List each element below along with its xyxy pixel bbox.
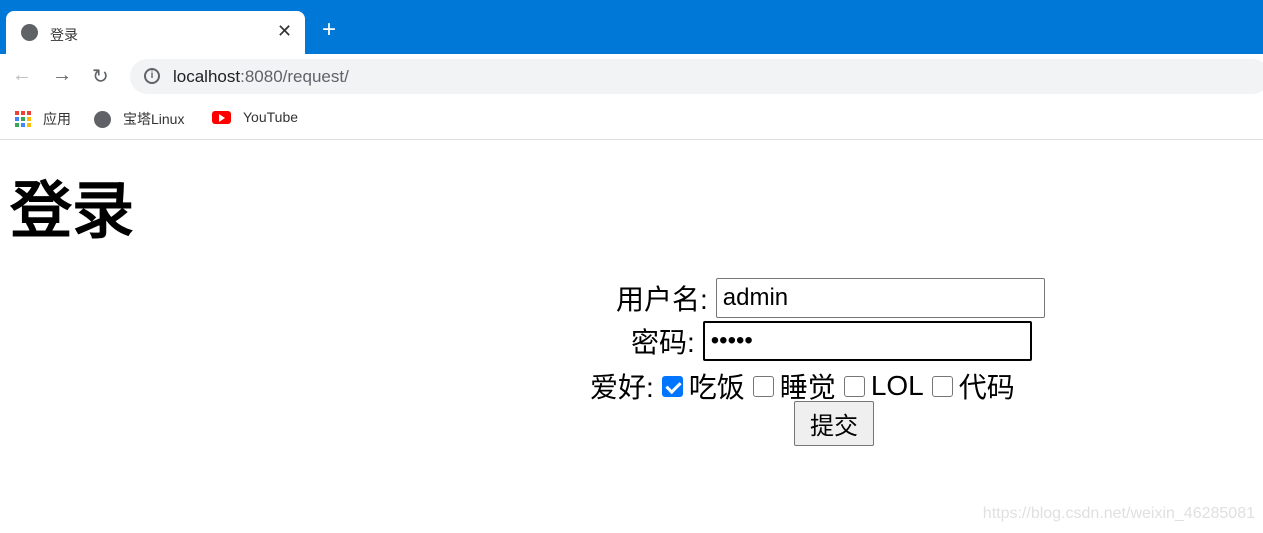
info-icon[interactable]: i (144, 68, 160, 84)
page-title: 登录 (10, 174, 135, 247)
active-tab[interactable]: 登录 ✕ (6, 11, 305, 54)
bookmark-label: 应用 (43, 111, 71, 127)
bookmark-youtube[interactable]: YouTube (212, 109, 298, 125)
bookmark-baota[interactable]: 宝塔Linux (94, 109, 184, 129)
tab-title: 登录 (50, 27, 78, 43)
hobby-checkbox-eat[interactable] (661, 375, 683, 397)
password-row: 密码: (631, 321, 1032, 361)
password-input[interactable] (702, 321, 1032, 361)
username-row: 用户名: (616, 278, 1045, 318)
hobby-checkbox-sleep[interactable] (752, 375, 774, 397)
reload-icon[interactable]: ↻ (92, 64, 109, 89)
hobby-option-label: LOL (870, 370, 924, 401)
password-label: 密码: (631, 327, 695, 358)
toolbar: ← → ↻ i localhost:8080/request/ (0, 54, 1263, 99)
back-icon[interactable]: ← (12, 64, 32, 87)
apps-icon (15, 111, 31, 127)
hobby-checkbox-code[interactable] (931, 375, 953, 397)
hobby-label: 爱好: (590, 372, 654, 403)
globe-icon (21, 24, 38, 41)
bookmark-apps[interactable]: 应用 (15, 109, 71, 129)
forward-icon[interactable]: → (52, 64, 72, 87)
username-input[interactable] (715, 278, 1045, 318)
submit-button[interactable]: 提交 (794, 401, 874, 446)
hobby-option-label: 吃饭 (688, 372, 745, 403)
url-text: localhost:8080/request/ (173, 67, 349, 86)
address-bar[interactable]: i localhost:8080/request/ (130, 59, 1263, 94)
hobby-option-label: 代码 (958, 372, 1015, 403)
youtube-icon (212, 110, 231, 124)
tab-strip: 登录 ✕ + (0, 0, 1263, 54)
hobby-checkbox-lol[interactable] (843, 375, 865, 397)
bookmark-label: YouTube (243, 109, 299, 125)
close-tab-icon[interactable]: ✕ (277, 21, 292, 42)
bookmarks-bar: 应用 宝塔Linux YouTube (0, 99, 1263, 140)
watermark: https://blog.csdn.net/weixin_46285081 (982, 505, 1255, 522)
bookmark-label: 宝塔Linux (123, 111, 185, 127)
username-label: 用户名: (616, 284, 708, 315)
new-tab-icon[interactable]: + (322, 18, 336, 42)
globe-icon (94, 110, 111, 128)
hobby-row: 爱好: 吃饭 睡觉 LOL 代码 (590, 366, 1015, 406)
hobby-option-label: 睡觉 (779, 372, 836, 403)
